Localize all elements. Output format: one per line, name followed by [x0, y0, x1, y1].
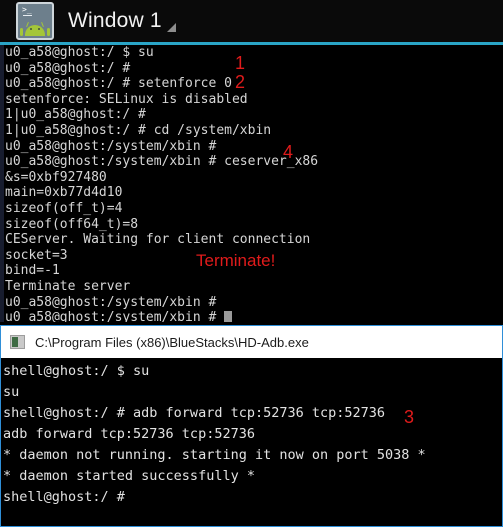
console-window-icon — [10, 335, 25, 349]
terminal-line: u0_a58@ghost:/system/xbin # ceserver_x86 — [5, 154, 319, 170]
terminal-line: u0_a58@ghost:/ # — [5, 60, 131, 76]
adb-window-titlebar[interactable]: C:\Program Files (x86)\BlueStacks\HD-Adb… — [1, 326, 502, 358]
console-line: shell@ghost:/ $ su — [3, 363, 150, 379]
console-line: * daemon not running. starting it now on… — [3, 447, 426, 463]
droid-eye-right — [38, 28, 40, 30]
adb-console-output[interactable]: shell@ghost:/ $ su su shell@ghost:/ # adb … — [3, 361, 501, 526]
annotation-marker: Terminate! — [196, 251, 276, 270]
android-window-title: Window 1 — [68, 9, 162, 32]
console-line: adb forward tcp:52736 tcp:52736 — [3, 426, 255, 442]
terminal-left-gutter — [0, 45, 4, 322]
console-line: shell@ghost:/ # — [3, 489, 125, 505]
terminal-cursor — [224, 311, 233, 322]
droid-arm-right — [47, 28, 50, 36]
terminal-line: 1|u0_a58@ghost:/ # — [5, 107, 146, 123]
terminal-line: sizeof(off64_t)=8 — [5, 216, 139, 232]
dropdown-triangle-icon[interactable] — [166, 22, 176, 32]
android-window-titlebar[interactable]: >_ Window 1 — [0, 0, 503, 42]
droid-eye-left — [30, 28, 32, 30]
terminal-line: setenforce: SELinux is disabled — [5, 91, 248, 107]
icon-prompt-underline — [23, 15, 32, 16]
terminal-line: 1|u0_a58@ghost:/ # cd /system/xbin — [5, 122, 272, 138]
droid-antenna-right — [41, 21, 44, 28]
terminal-line: main=0xb77d4d10 — [5, 185, 123, 201]
terminal-line: u0_a58@ghost:/ $ su — [5, 45, 154, 60]
console-line: su — [3, 384, 20, 400]
adb-window-title: C:\Program Files (x86)\BlueStacks\HD-Adb… — [35, 334, 309, 350]
android-terminal-window: >_ Window 1 u0_a58@ghost:/ $ su u0_a58@gh… — [0, 0, 503, 322]
annotation-marker: 4 — [283, 142, 294, 162]
adb-console-window: C:\Program Files (x86)\BlueStacks\HD-Adb… — [0, 325, 503, 527]
console-line: * daemon started successfully * — [3, 468, 255, 484]
annotation-marker: 3 — [404, 407, 415, 427]
android-terminal-icon: >_ — [16, 2, 54, 40]
terminal-line: u0_a58@ghost:/system/xbin # — [5, 294, 217, 310]
terminal-line: u0_a58@ghost:/ # setenforce 0 — [5, 76, 232, 92]
terminal-line: CEServer. Waiting for client connection — [5, 232, 311, 248]
terminal-line: u0_a58@ghost:/system/xbin # — [5, 310, 503, 322]
terminal-line: sizeof(off_t)=4 — [5, 200, 123, 216]
droid-arm-left — [20, 28, 23, 36]
console-line: shell@ghost:/ # adb forward tcp:52736 tc… — [3, 405, 386, 421]
terminal-line: Terminate server — [5, 278, 131, 294]
terminal-line: u0_a58@ghost:/system/xbin # — [5, 138, 217, 154]
icon-prompt-glyph: >_ — [22, 5, 32, 14]
android-terminal-output[interactable]: u0_a58@ghost:/ $ su u0_a58@ghost:/ # u0_a5… — [5, 45, 503, 322]
annotation-marker: 2 — [235, 72, 246, 92]
annotation-marker: 1 — [235, 53, 246, 73]
terminal-line: &s=0xbf927480 — [5, 169, 107, 185]
